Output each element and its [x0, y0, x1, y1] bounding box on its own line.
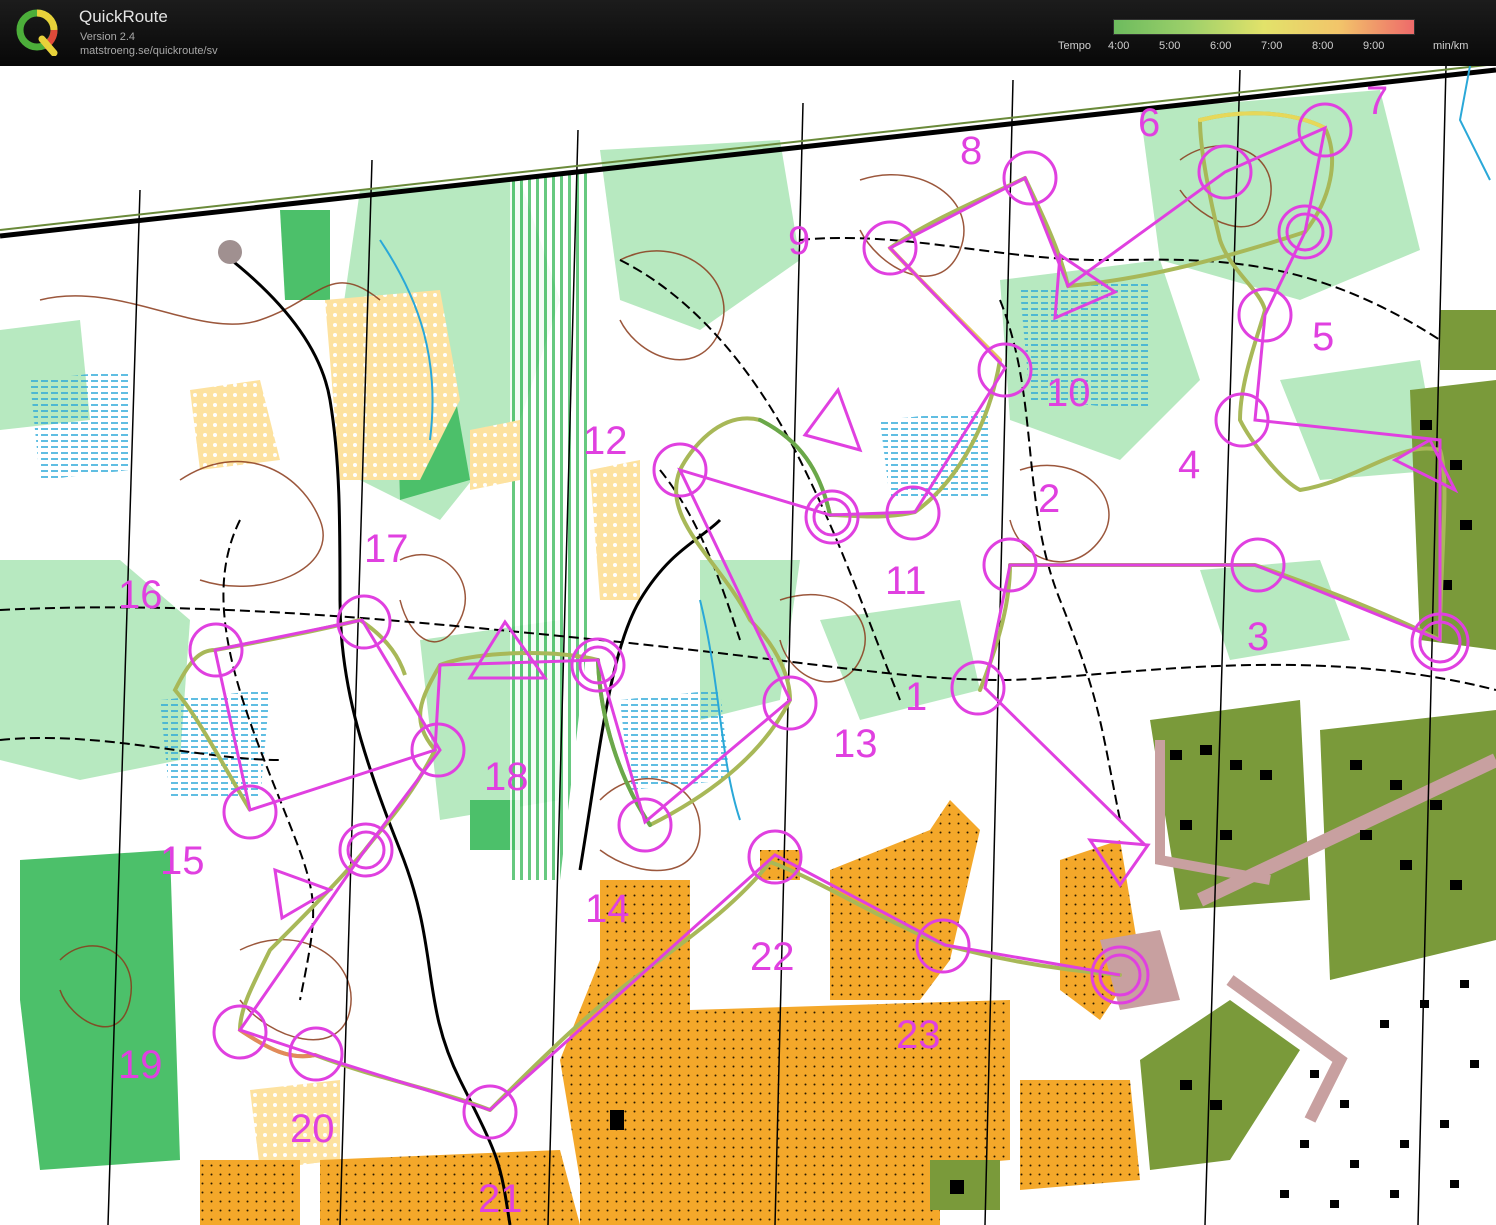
- tempo-tick: 4:00: [1108, 40, 1130, 52]
- control-number: 20: [290, 1107, 335, 1151]
- control-number: 6: [1138, 101, 1160, 145]
- tempo-tick: 5:00: [1159, 40, 1181, 52]
- control-number: 16: [118, 573, 163, 617]
- tempo-tick: 9:00: [1363, 40, 1385, 52]
- control-number: 12: [583, 419, 628, 463]
- control-number: 13: [833, 722, 878, 766]
- tempo-tick: 7:00: [1261, 40, 1283, 52]
- control-number: 3: [1247, 615, 1269, 659]
- control-number: 11: [885, 559, 927, 603]
- orienteering-map[interactable]: 1 2 3 4 5 6 7 8 9 10 11 12 13 14 15 16 1…: [0, 66, 1496, 1225]
- control-number: 8: [960, 129, 982, 173]
- app-version: Version 2.4: [80, 31, 136, 43]
- control-number: 15: [160, 839, 205, 883]
- control-number: 14: [585, 887, 630, 931]
- control-number: 5: [1312, 315, 1334, 359]
- control-number: 18: [484, 755, 529, 799]
- control-number: 4: [1178, 443, 1200, 487]
- tempo-tick: 6:00: [1210, 40, 1232, 52]
- control-number: 9: [788, 219, 810, 263]
- quickroute-logo-icon: [16, 9, 58, 56]
- app-url: matstroeng.se/quickroute/sv: [80, 45, 218, 57]
- small-pond: [218, 240, 242, 264]
- tempo-unit: min/km: [1433, 40, 1469, 52]
- control-number: 23: [896, 1013, 941, 1057]
- control-number: 22: [750, 935, 795, 979]
- tempo-tick: 8:00: [1312, 40, 1334, 52]
- tempo-label: Tempo: [1058, 40, 1092, 52]
- control-number: 10: [1046, 371, 1091, 415]
- control-number: 2: [1038, 477, 1060, 521]
- control-number: 19: [118, 1043, 163, 1087]
- app-title: QuickRoute: [79, 7, 168, 26]
- control-number: 21: [478, 1177, 523, 1221]
- tempo-color-scale: [1113, 19, 1415, 35]
- control-number: 1: [905, 675, 927, 719]
- control-number: 17: [364, 527, 409, 571]
- control-number: 7: [1366, 79, 1388, 123]
- app-header: QuickRoute Version 2.4 matstroeng.se/qui…: [0, 0, 1496, 66]
